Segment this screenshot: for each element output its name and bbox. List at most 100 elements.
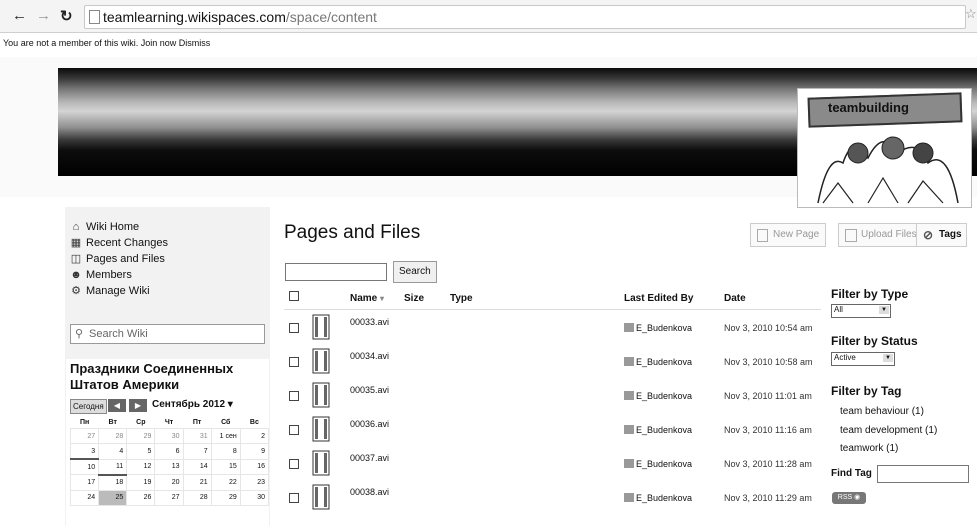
calendar-day[interactable]: 31 [182, 428, 212, 444]
calendar-day[interactable]: 27 [154, 489, 184, 506]
sidebar-item-recent-changes[interactable]: ▦ Recent Changes [70, 235, 168, 251]
rss-button[interactable]: RSS ◉ [832, 492, 866, 504]
dismiss-link[interactable]: Dismiss [179, 38, 211, 48]
calendar-day[interactable]: 30 [154, 428, 184, 444]
editor-link[interactable]: E_Budenkova [624, 391, 692, 401]
table-row[interactable]: 00037.avi E_Budenkova Nov 3, 2010 11:28 … [284, 447, 821, 481]
back-icon[interactable]: ← [12, 7, 27, 24]
next-month-button[interactable]: ▶ [129, 399, 147, 412]
star-icon[interactable]: ☆ [965, 6, 977, 22]
editor-name: E_Budenkova [636, 493, 693, 503]
editor-link[interactable]: E_Budenkova [624, 493, 692, 503]
calendar-day[interactable]: 22 [210, 474, 241, 491]
calendar-day[interactable]: 11 [98, 458, 128, 476]
calendar-day[interactable]: 16 [239, 458, 270, 475]
calendar-day[interactable]: 6 [154, 443, 184, 460]
calendar-day[interactable]: 2 [239, 428, 270, 444]
column-type[interactable]: Type [450, 293, 473, 304]
today-button[interactable]: Сегодня [70, 399, 107, 414]
find-tag-input[interactable] [877, 465, 969, 483]
row-checkbox[interactable] [289, 357, 299, 367]
tag-link-team-behaviour[interactable]: team behaviour (1) [840, 406, 924, 417]
sidebar-item-manage-wiki[interactable]: ⚙ Manage Wiki [70, 283, 168, 299]
files-search-input[interactable] [285, 263, 387, 281]
tag-link-team-development[interactable]: team development (1) [840, 425, 937, 436]
row-checkbox[interactable] [289, 459, 299, 469]
calendar-day[interactable]: 10 [69, 458, 100, 475]
table-row[interactable]: 00034.avi E_Budenkova Nov 3, 2010 10:58 … [284, 345, 821, 379]
file-name-link[interactable]: 00037.avi [350, 453, 389, 463]
editor-link[interactable]: E_Budenkova [624, 425, 692, 435]
table-row[interactable]: 00036.avi E_Budenkova Nov 3, 2010 11:16 … [284, 413, 821, 447]
select-all-checkbox[interactable] [289, 291, 299, 301]
file-name-link[interactable]: 00038.avi [350, 487, 389, 497]
browser-toolbar: ← → ↻ teamlearning.wikispaces.com/space/… [0, 0, 977, 33]
calendar-day[interactable]: 29 [210, 489, 241, 506]
table-row[interactable]: 00038.avi E_Budenkova Nov 3, 2010 11:29 … [284, 481, 821, 515]
calendar-day[interactable]: 28 [98, 428, 128, 444]
calendar-day[interactable]: 21 [182, 474, 212, 491]
calendar-day[interactable]: 17 [69, 474, 100, 491]
calendar-day[interactable]: 12 [126, 458, 156, 475]
editor-link[interactable]: E_Budenkova [624, 459, 692, 469]
calendar-day[interactable]: 7 [182, 443, 212, 460]
tags-button[interactable]: ⊘ Tags [916, 223, 967, 247]
calendar-day-selected[interactable]: 25 [98, 489, 128, 506]
editor-link[interactable]: E_Budenkova [624, 357, 692, 367]
sidebar-item-wiki-home[interactable]: ⌂ Wiki Home [70, 219, 168, 235]
row-checkbox[interactable] [289, 493, 299, 503]
forward-icon[interactable]: → [36, 7, 51, 24]
tag-link-teamwork[interactable]: teamwork (1) [840, 443, 898, 454]
weekday-label: Пт [192, 418, 202, 426]
reload-icon[interactable]: ↻ [60, 7, 73, 25]
rss-icon: ◉ [854, 494, 861, 501]
calendar-day[interactable]: 1 сен [210, 428, 241, 444]
calendar-day[interactable]: 18 [98, 474, 128, 491]
calendar-day[interactable]: 13 [154, 458, 184, 475]
calendar-day[interactable]: 15 [210, 458, 241, 475]
calendar-day[interactable]: 8 [210, 443, 241, 460]
calendar-day[interactable]: 29 [126, 428, 156, 444]
calendar-day[interactable]: 5 [126, 443, 156, 460]
calendar-month[interactable]: Сентябрь 2012 ▾ [152, 399, 233, 410]
address-bar[interactable]: teamlearning.wikispaces.com/space/conten… [84, 5, 966, 29]
calendar-day[interactable]: 27 [69, 428, 100, 444]
file-name-link[interactable]: 00036.avi [350, 419, 389, 429]
column-name[interactable]: Name ▾ [350, 293, 384, 304]
row-checkbox[interactable] [289, 323, 299, 333]
join-now-link[interactable]: Join now [141, 38, 177, 48]
column-size[interactable]: Size [404, 293, 424, 304]
calendar-day[interactable]: 28 [182, 489, 212, 506]
calendar-day[interactable]: 3 [69, 443, 100, 460]
search-wiki-input[interactable]: ⚲ Search Wiki [70, 324, 265, 344]
calendar-day[interactable]: 30 [239, 489, 270, 506]
row-checkbox[interactable] [289, 425, 299, 435]
calendar-day[interactable]: 19 [126, 474, 156, 491]
row-checkbox[interactable] [289, 391, 299, 401]
calendar-day[interactable]: 24 [69, 489, 100, 506]
calendar-day[interactable]: 23 [239, 474, 270, 491]
file-name-link[interactable]: 00034.avi [350, 351, 389, 361]
table-row[interactable]: 00035.avi E_Budenkova Nov 3, 2010 11:01 … [284, 379, 821, 413]
column-date[interactable]: Date [724, 293, 746, 304]
column-name-label: Name [350, 293, 378, 304]
prev-month-button[interactable]: ◀ [108, 399, 126, 412]
upload-files-button[interactable]: Upload Files [838, 223, 924, 247]
sidebar-item-members[interactable]: ☻ Members [70, 267, 168, 283]
calendar-day[interactable]: 20 [154, 474, 184, 491]
search-button[interactable]: Search [393, 261, 437, 283]
file-name-link[interactable]: 00033.avi [350, 317, 389, 327]
calendar-day[interactable]: 14 [182, 458, 212, 475]
file-name-link[interactable]: 00035.avi [350, 385, 389, 395]
table-row[interactable]: 00033.avi E_Budenkova Nov 3, 2010 10:54 … [284, 311, 821, 345]
type-filter-select[interactable]: All ▼ [831, 304, 891, 318]
wiki-logo[interactable]: teambuilding [797, 88, 972, 208]
calendar-day[interactable]: 9 [239, 443, 270, 460]
status-filter-select[interactable]: Active ▼ [831, 352, 895, 366]
calendar-day[interactable]: 26 [126, 489, 156, 506]
editor-link[interactable]: E_Budenkova [624, 323, 692, 333]
new-page-button[interactable]: New Page [750, 223, 827, 247]
sidebar-item-pages-and-files[interactable]: ◫ Pages and Files [70, 251, 168, 267]
column-last-edited-by[interactable]: Last Edited By [624, 293, 693, 304]
calendar-day[interactable]: 4 [98, 443, 128, 460]
